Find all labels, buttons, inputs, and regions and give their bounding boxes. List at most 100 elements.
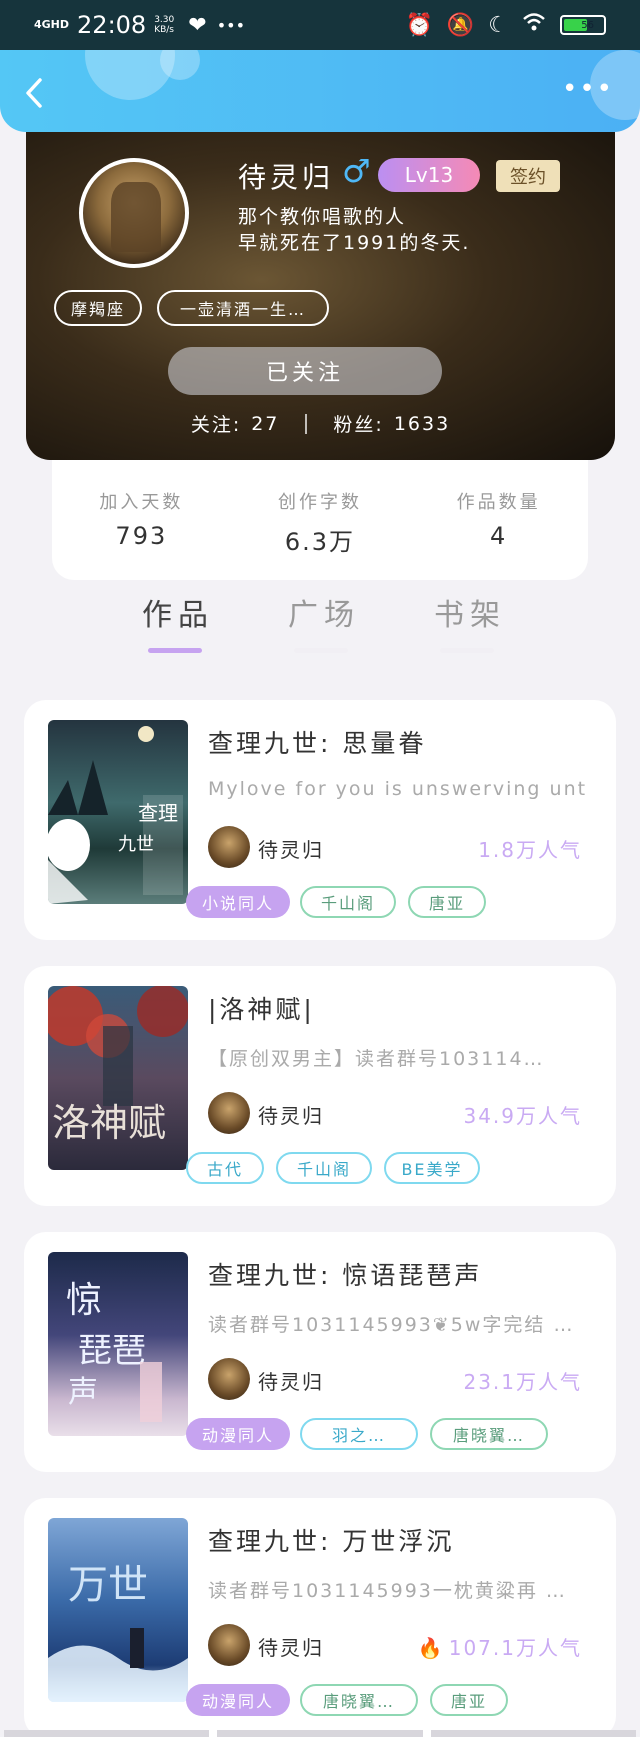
tab-bookshelf[interactable]: 书架 [434, 590, 506, 634]
work-title[interactable]: 查理九世: 万世浮沉 [208, 1522, 454, 1558]
stat-word-count: 创作字数 6.3万 [278, 488, 362, 580]
work-tag[interactable]: 唐晓翼… [300, 1684, 418, 1716]
work-card[interactable]: 查理 九世 查理九世: 思量眷 Mylove for you is unswer… [24, 700, 616, 940]
work-tag[interactable]: 唐亚 [408, 886, 486, 918]
tab-square[interactable]: 广场 [288, 590, 360, 634]
profile-tag-motto[interactable]: 一壶清酒一生… [157, 290, 329, 326]
profile-username: 待灵归 [238, 161, 335, 194]
tab-indicator [294, 648, 348, 653]
work-tag[interactable]: BE美学 [384, 1152, 480, 1184]
stat-value: 793 [115, 522, 168, 550]
work-card[interactable]: 惊 琵琶 声 查理九世: 惊语琵琶声 读者群号1031145993❦5w字完结 … [24, 1232, 616, 1472]
fans-count[interactable]: 1633 [394, 413, 450, 435]
following-label[interactable]: 关注: [191, 410, 241, 437]
author-avatar[interactable] [208, 826, 250, 868]
work-title[interactable]: 查理九世: 思量眷 [208, 724, 426, 760]
stat-label: 作品数量 [456, 492, 541, 513]
profile-tag-zodiac[interactable]: 摩羯座 [54, 290, 142, 326]
work-tag[interactable]: 动漫同人 [186, 1684, 290, 1716]
svg-text:声: 声 [68, 1375, 98, 1410]
work-title[interactable]: 查理九世: 惊语琵琶声 [208, 1256, 482, 1292]
profile-stats: 加入天数 793 创作字数 6.3万 作品数量 4 [52, 460, 588, 580]
stat-work-count: 作品数量 4 [457, 488, 541, 580]
book-cover[interactable]: 查理 九世 [48, 720, 188, 904]
work-tag[interactable]: 羽之… [300, 1418, 418, 1450]
work-card[interactable]: 万世 查理九世: 万世浮沉 读者群号1031145993一枕黄粱再 … 待灵归 … [24, 1498, 616, 1737]
work-tag[interactable]: 动漫同人 [186, 1418, 290, 1450]
author-name[interactable]: 待灵归 [258, 834, 324, 863]
work-tag[interactable]: 唐晓翼… [430, 1418, 548, 1450]
work-tag[interactable]: 千山阁 [300, 886, 396, 918]
work-description: 【原创双男主】读者群号103114… [208, 1048, 545, 1070]
popularity-count: 34.9万人气 [463, 1104, 582, 1128]
book-cover[interactable]: 惊 琵琶 声 [48, 1252, 188, 1436]
wifi-icon [522, 12, 546, 38]
popularity-value: 107.1万人气 [448, 1636, 582, 1660]
svg-text:洛神赋: 洛神赋 [52, 1101, 166, 1145]
alarm-icon: ⏰ [405, 12, 433, 38]
work-tag[interactable]: 千山阁 [276, 1152, 372, 1184]
work-description: Mylove for you is unswerving unti… [208, 778, 588, 800]
moon-icon: ☾ [488, 12, 508, 38]
battery-level: 56 [581, 19, 594, 31]
bio-line-1: 那个教你唱歌的人 [238, 206, 407, 228]
stat-value: 6.3万 [284, 528, 356, 556]
author-avatar[interactable] [208, 1092, 250, 1134]
book-cover[interactable]: 万世 [48, 1518, 188, 1702]
tab-indicator [440, 648, 494, 653]
work-tag[interactable]: 唐亚 [430, 1684, 508, 1716]
author-avatar[interactable] [208, 1624, 250, 1666]
level-badge: Lv13 [378, 158, 480, 192]
svg-text:琵琶: 琵琶 [78, 1331, 146, 1371]
tab-bar: 作品 广场 书架 [0, 590, 640, 660]
svg-text:万世: 万世 [68, 1562, 148, 1608]
stat-label: 加入天数 [99, 492, 184, 513]
status-icons: ⏰ 🔕 ☾ 56 [405, 12, 606, 38]
svg-text:查理: 查理 [138, 801, 178, 825]
follow-button[interactable]: 已关注 [168, 347, 442, 395]
profile-card: 待灵归 ♂ Lv13 签约 那个教你唱歌的人 早就死在了1991的冬天. 摩羯座… [26, 132, 615, 460]
stat-join-days: 加入天数 793 [99, 488, 183, 580]
work-tag[interactable]: 古代 [186, 1152, 264, 1184]
bio-line-2: 早就死在了1991的冬天. [238, 232, 471, 254]
top-header: ••• [0, 50, 640, 132]
heart-icon: ❤ [188, 12, 207, 38]
battery-icon: 56 [560, 15, 606, 35]
status-time: 22:08 [77, 11, 147, 39]
work-title[interactable]: |洛神赋| [208, 990, 315, 1026]
back-button[interactable] [22, 76, 52, 108]
more-options-button[interactable]: ••• [562, 74, 614, 104]
author-avatar[interactable] [208, 1358, 250, 1400]
stat-label: 创作字数 [277, 492, 362, 513]
active-tab-indicator [148, 648, 202, 653]
network-speed: 3.30 KB/s [154, 15, 174, 35]
popularity-count: 1.8万人气 [478, 838, 582, 862]
svg-text:惊: 惊 [66, 1280, 102, 1321]
profile-avatar[interactable] [79, 158, 189, 268]
speed-unit: KB/s [154, 25, 175, 35]
network-indicator: 4GHD [34, 18, 70, 31]
stat-value: 4 [490, 522, 508, 550]
following-count[interactable]: 27 [251, 413, 279, 435]
author-name[interactable]: 待灵归 [258, 1366, 324, 1395]
more-dots-icon: ••• [216, 15, 245, 35]
work-description: 读者群号1031145993❦5w字完结 … [208, 1314, 575, 1336]
popularity-count: 🔥 107.1万人气 [418, 1632, 582, 1661]
popularity-count: 23.1万人气 [463, 1370, 582, 1394]
bottom-edge [0, 1730, 640, 1737]
mute-icon: 🔕 [446, 12, 475, 38]
speed-value: 3.30 [154, 15, 175, 25]
flame-icon: 🔥 [417, 1636, 445, 1660]
male-gender-icon: ♂ [342, 152, 371, 190]
tab-works[interactable]: 作品 [142, 590, 214, 634]
signed-badge: 签约 [496, 160, 560, 192]
svg-text:九世: 九世 [118, 834, 154, 855]
status-bar: 4GHD 22:08 3.30 KB/s ❤ ••• ⏰ 🔕 ☾ 56 [0, 0, 640, 50]
author-name[interactable]: 待灵归 [258, 1632, 324, 1661]
fans-label[interactable]: 粉丝: [333, 410, 383, 437]
work-tag[interactable]: 小说同人 [186, 886, 290, 918]
author-name[interactable]: 待灵归 [258, 1100, 324, 1129]
work-description: 读者群号1031145993一枕黄粱再 … [208, 1580, 567, 1602]
work-card[interactable]: 洛神赋 |洛神赋| 【原创双男主】读者群号103114… 待灵归 34.9万人气… [24, 966, 616, 1206]
book-cover[interactable]: 洛神赋 [48, 986, 188, 1170]
